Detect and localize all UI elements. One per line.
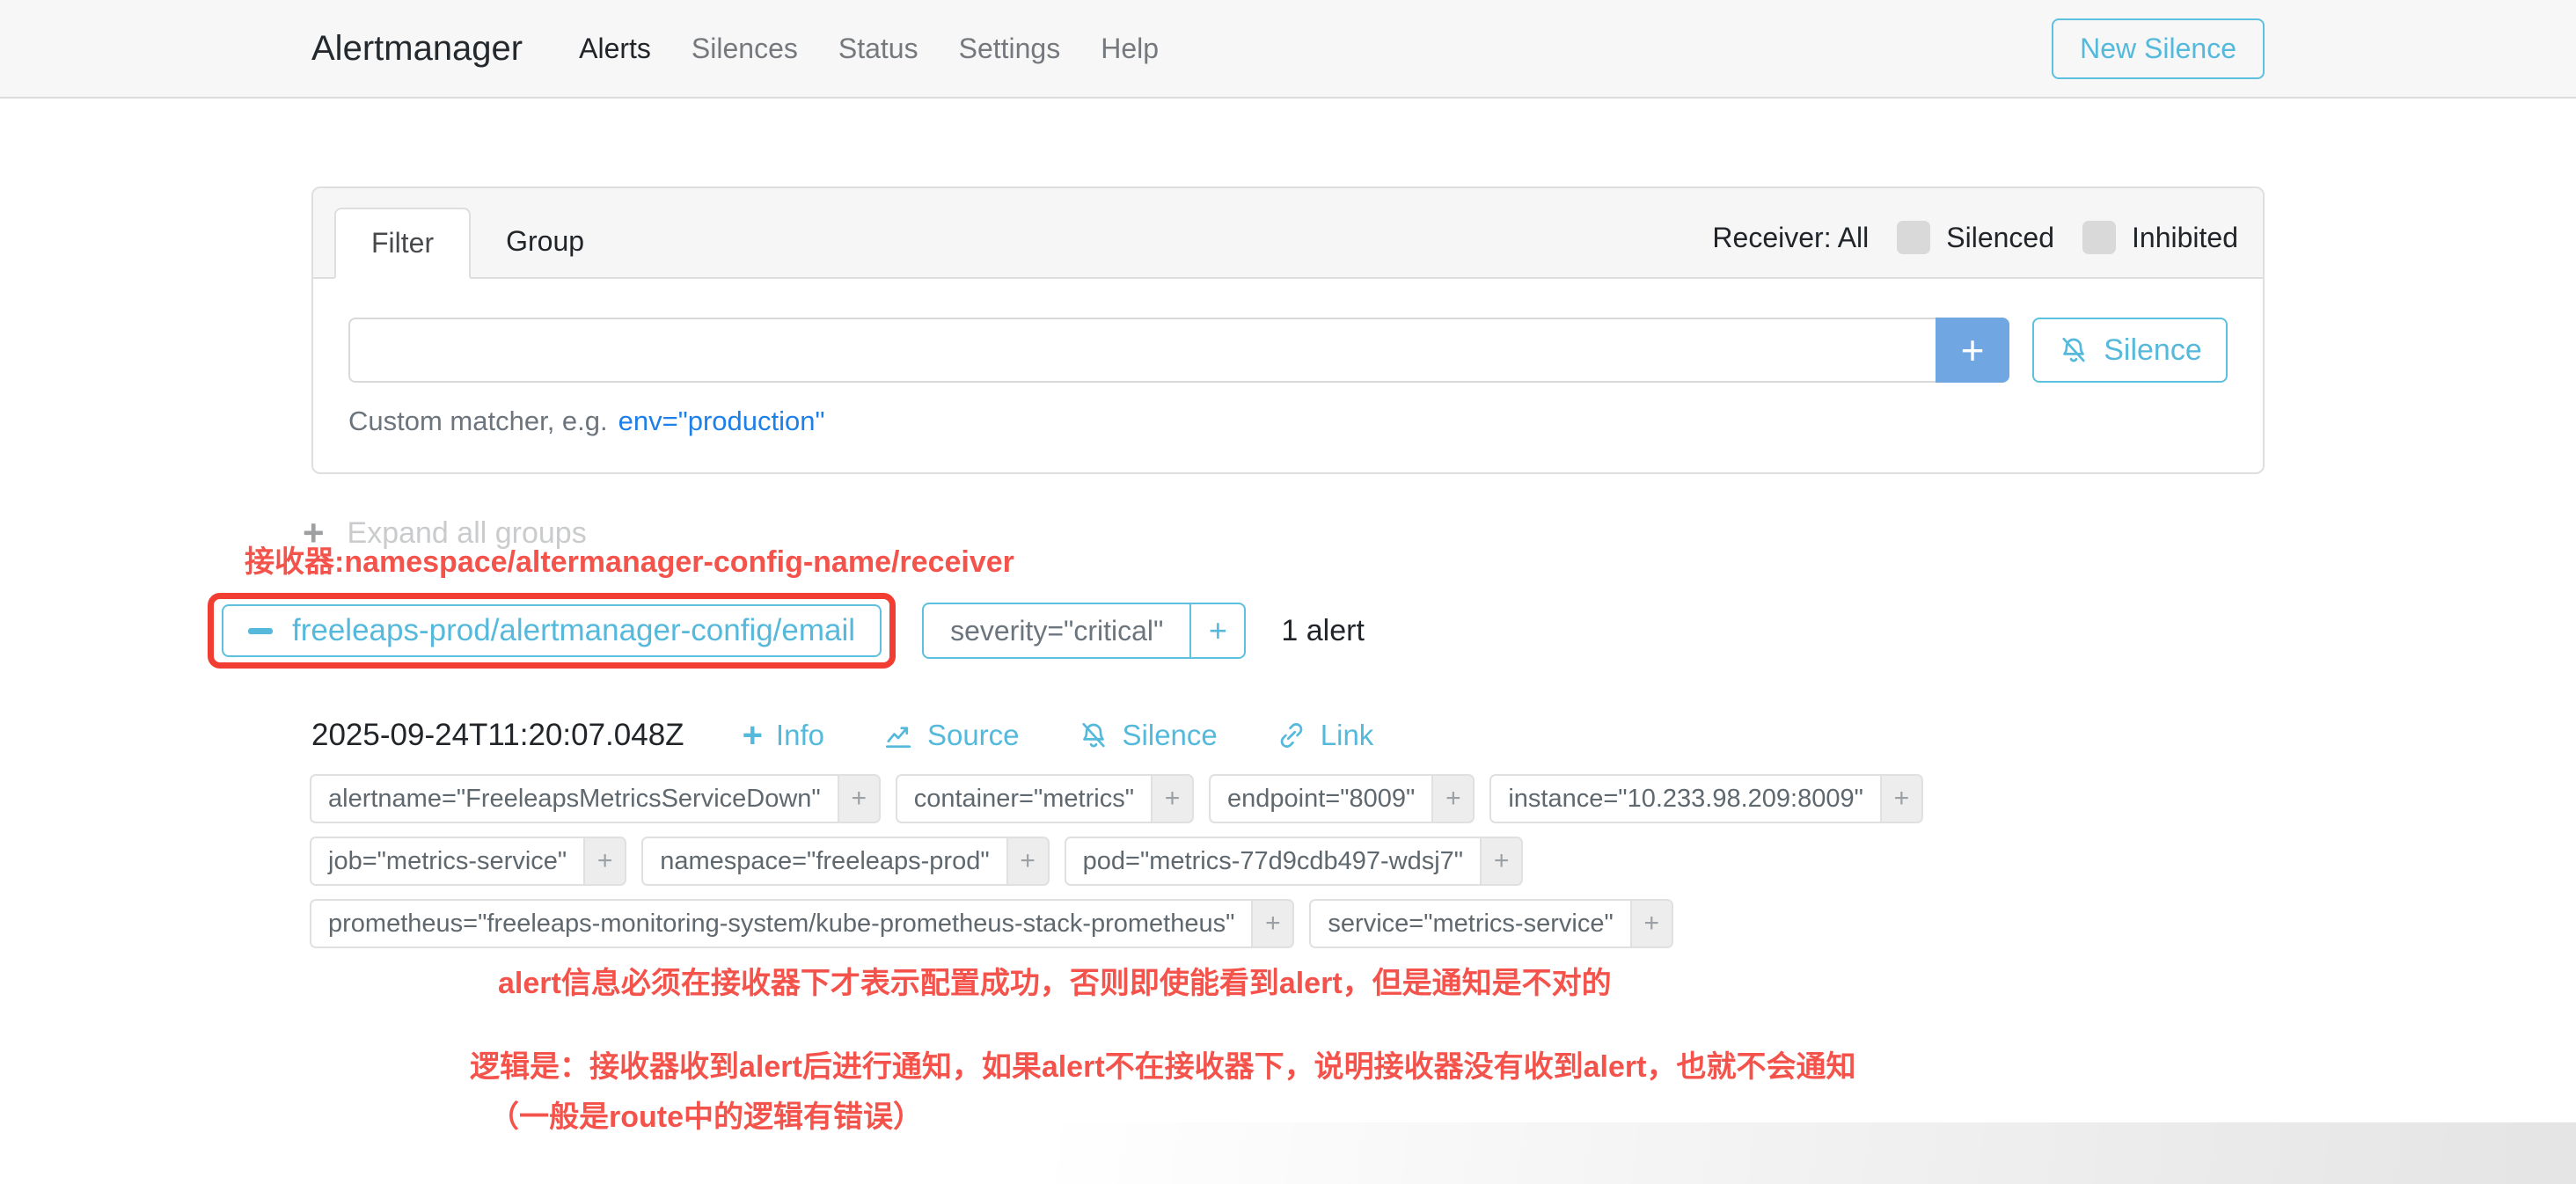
alert-label-add-button[interactable]: +: [1008, 837, 1050, 886]
checkbox-silenced[interactable]: Silenced: [1897, 221, 2054, 254]
alert-label-text: prometheus="freeleaps-monitoring-system/…: [310, 899, 1253, 948]
alert-label-tag: prometheus="freeleaps-monitoring-system/…: [310, 899, 1294, 948]
alert-label-tag: service="metrics-service"+: [1309, 899, 1672, 948]
group-matcher-text: severity="critical": [922, 603, 1191, 659]
hint-prefix: Custom matcher, e.g.: [348, 406, 608, 436]
nav-item-status[interactable]: Status: [838, 33, 918, 65]
alert-label-add-button[interactable]: +: [1253, 899, 1294, 948]
checkbox-box-icon[interactable]: [2082, 221, 2116, 254]
chart-icon: [882, 720, 914, 751]
alert-timestamp: 2025-09-24T11:20:07.048Z: [311, 718, 684, 753]
alert-label-add-button[interactable]: +: [1482, 837, 1523, 886]
silence-filter-button[interactable]: Silence: [2032, 318, 2228, 383]
nav-item-help[interactable]: Help: [1101, 33, 1159, 65]
alert-label-tag: alertname="FreeleapsMetricsServiceDown"+: [310, 774, 881, 823]
top-navbar: Alertmanager Alerts Silences Status Setting…: [0, 0, 2576, 99]
group-matcher-add-button[interactable]: +: [1191, 603, 1246, 659]
alert-label-add-button[interactable]: +: [839, 774, 881, 823]
annotation-mid-note: alert信息必须在接收器下才表示配置成功，否则即使能看到alert，但是通知是…: [498, 959, 2576, 1002]
alert-action-source[interactable]: Source: [882, 719, 1020, 752]
alert-count: 1 alert: [1281, 614, 1365, 648]
hint-example-link[interactable]: env="production": [618, 406, 825, 436]
annotation-bottom-note-2: （一般是route中的逻辑有错误）: [489, 1093, 2576, 1136]
checkbox-box-icon[interactable]: [1897, 221, 1930, 254]
alert-action-links: + Info Source Silence Link: [743, 718, 1374, 753]
alert-label-text: job="metrics-service": [310, 837, 585, 886]
nav-item-alerts[interactable]: Alerts: [579, 33, 651, 65]
alert-labels: alertname="FreeleapsMetricsServiceDown"+…: [310, 774, 1981, 948]
alert-label-text: pod="metrics-77d9cdb497-wdsj7": [1065, 837, 1482, 886]
alert-label-add-button[interactable]: +: [585, 837, 626, 886]
custom-matcher-hint: Custom matcher, e.g. env="production": [348, 406, 2228, 437]
alert-action-silence[interactable]: Silence: [1078, 719, 1218, 752]
alert-label-text: namespace="freeleaps-prod": [641, 837, 1007, 886]
alert-label-tag: container="metrics"+: [896, 774, 1194, 823]
alert-label-text: instance="10.233.98.209:8009": [1489, 774, 1882, 823]
alert-label-text: service="metrics-service": [1309, 899, 1631, 948]
matcher-input[interactable]: [348, 318, 1936, 383]
alert-label-tag: pod="metrics-77d9cdb497-wdsj7"+: [1065, 837, 1523, 886]
filter-card-body: + Silence Custom matcher, e.g. env="produ…: [313, 279, 2263, 472]
action-label: Source: [927, 719, 1020, 752]
nav-item-silences[interactable]: Silences: [692, 33, 798, 65]
annotation-receiver-note: 接收器:namespace/altermanager-config-name/r…: [245, 537, 2576, 581]
alert-label-tag: namespace="freeleaps-prod"+: [641, 837, 1049, 886]
app-brand[interactable]: Alertmanager: [311, 29, 523, 69]
action-label: Silence: [1123, 719, 1218, 752]
filter-card-header: Filter Group Receiver: All Silenced Inhib…: [313, 188, 2263, 279]
alert-label-add-button[interactable]: +: [1882, 774, 1923, 823]
annotation-highlight-box: freeleaps-prod/alertmanager-config/email: [208, 593, 896, 669]
nav-item-settings[interactable]: Settings: [959, 33, 1061, 65]
silence-button-label: Silence: [2104, 333, 2202, 368]
new-silence-button[interactable]: New Silence: [2052, 18, 2265, 79]
tab-group[interactable]: Group: [471, 208, 619, 279]
alert-label-add-button[interactable]: +: [1433, 774, 1475, 823]
alert-label-text: container="metrics": [896, 774, 1153, 823]
receiver-filter-label[interactable]: Receiver: All: [1712, 222, 1869, 254]
alert-label-text: endpoint="8009": [1209, 774, 1433, 823]
alert-label-add-button[interactable]: +: [1632, 899, 1673, 948]
header-checkboxes: Silenced Inhibited: [1897, 221, 2238, 254]
add-matcher-button[interactable]: +: [1936, 318, 2009, 383]
bell-slash-icon: [1078, 720, 1109, 751]
tab-filter[interactable]: Filter: [334, 208, 471, 279]
alert-actions-row: 2025-09-24T11:20:07.048Z + Info Source Sile…: [311, 718, 2576, 753]
filter-tabs: Filter Group: [334, 208, 619, 277]
bell-slash-icon: [2058, 334, 2089, 366]
group-matcher: severity="critical" +: [922, 603, 1246, 659]
alert-action-info[interactable]: + Info: [743, 718, 824, 753]
alert-label-text: alertname="FreeleapsMetricsServiceDown": [310, 774, 839, 823]
alert-label-tag: endpoint="8009"+: [1209, 774, 1475, 823]
checkbox-label: Inhibited: [2132, 222, 2238, 254]
alert-label-tag: job="metrics-service"+: [310, 837, 626, 886]
link-icon: [1276, 720, 1307, 751]
action-label: Info: [776, 719, 824, 752]
alert-label-tag: instance="10.233.98.209:8009"+: [1489, 774, 1923, 823]
alert-group-row: freeleaps-prod/alertmanager-config/email…: [208, 593, 2576, 669]
checkbox-inhibited[interactable]: Inhibited: [2082, 221, 2238, 254]
alert-label-add-button[interactable]: +: [1153, 774, 1194, 823]
group-receiver-button[interactable]: freeleaps-prod/alertmanager-config/email: [222, 604, 882, 657]
annotation-bottom-note-1: 逻辑是：接收器收到alert后进行通知，如果alert不在接收器下，说明接收器没…: [470, 1042, 2576, 1085]
filter-card: Filter Group Receiver: All Silenced Inhib…: [311, 186, 2265, 474]
alert-action-link[interactable]: Link: [1276, 719, 1374, 752]
nav-menu: Alerts Silences Status Settings Help: [579, 33, 1159, 65]
checkbox-label: Silenced: [1946, 222, 2054, 254]
action-label: Link: [1321, 719, 1374, 752]
minus-icon: [248, 628, 273, 634]
plus-icon: +: [743, 718, 763, 753]
group-receiver-name: freeleaps-prod/alertmanager-config/email: [292, 613, 855, 648]
